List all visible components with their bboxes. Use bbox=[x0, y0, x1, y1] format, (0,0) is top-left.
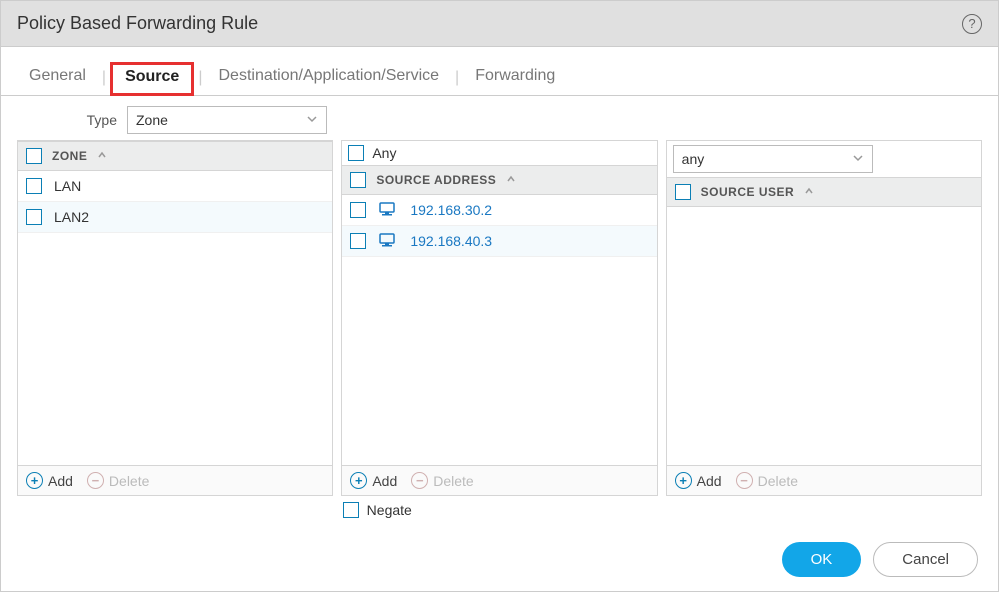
address-value: 192.168.30.2 bbox=[410, 202, 492, 218]
help-icon[interactable]: ? bbox=[962, 14, 982, 34]
table-row[interactable]: LAN2 bbox=[18, 202, 332, 233]
dialog-footer: OK Cancel bbox=[1, 528, 998, 591]
negate-checkbox[interactable] bbox=[343, 502, 359, 518]
sort-asc-icon bbox=[97, 150, 107, 163]
source-user-top: any bbox=[667, 141, 981, 177]
source-user-add-button[interactable]: + Add bbox=[675, 472, 722, 489]
pbf-rule-dialog: Policy Based Forwarding Rule ? General |… bbox=[0, 0, 999, 592]
address-value: 192.168.40.3 bbox=[410, 233, 492, 249]
source-user-header-label: SOURCE USER bbox=[701, 185, 795, 199]
minus-icon: − bbox=[87, 472, 104, 489]
table-row[interactable]: LAN bbox=[18, 171, 332, 202]
columns: ZONE LAN LAN2 bbox=[17, 140, 982, 496]
minus-icon: − bbox=[411, 472, 428, 489]
any-label: Any bbox=[372, 145, 396, 161]
zone-add-button[interactable]: + Add bbox=[26, 472, 73, 489]
row-checkbox[interactable] bbox=[350, 233, 366, 249]
source-user-select-value: any bbox=[682, 151, 705, 167]
tab-general[interactable]: General bbox=[17, 61, 98, 95]
add-label: Add bbox=[372, 473, 397, 489]
tab-forwarding[interactable]: Forwarding bbox=[463, 61, 567, 95]
tab-bar: General | Source | Destination/Applicati… bbox=[1, 47, 998, 96]
delete-label: Delete bbox=[109, 473, 149, 489]
source-address-top: Any bbox=[342, 141, 656, 165]
tab-separator: | bbox=[451, 69, 463, 87]
delete-label: Delete bbox=[758, 473, 798, 489]
source-address-footer: + Add − Delete bbox=[342, 465, 656, 495]
zone-header-label: ZONE bbox=[52, 149, 87, 163]
tab-separator: | bbox=[98, 69, 110, 87]
source-user-select[interactable]: any bbox=[673, 145, 873, 173]
zone-name: LAN bbox=[54, 178, 81, 194]
type-row: Type Zone bbox=[17, 106, 982, 134]
delete-label: Delete bbox=[433, 473, 473, 489]
source-user-column: any SOURCE USER + bbox=[666, 140, 982, 496]
plus-icon: + bbox=[675, 472, 692, 489]
source-address-delete-button[interactable]: − Delete bbox=[411, 472, 473, 489]
type-select-value: Zone bbox=[136, 112, 168, 128]
zone-select-all-checkbox[interactable] bbox=[26, 148, 42, 164]
dialog-header: Policy Based Forwarding Rule ? bbox=[1, 1, 998, 47]
minus-icon: − bbox=[736, 472, 753, 489]
ok-button[interactable]: OK bbox=[782, 542, 862, 577]
source-user-delete-button[interactable]: − Delete bbox=[736, 472, 798, 489]
zone-name: LAN2 bbox=[54, 209, 89, 225]
type-label: Type bbox=[17, 112, 117, 128]
zone-delete-button[interactable]: − Delete bbox=[87, 472, 149, 489]
dialog-body: Type Zone ZONE bbox=[1, 96, 998, 528]
zone-column: ZONE LAN LAN2 bbox=[17, 140, 333, 496]
row-checkbox[interactable] bbox=[350, 202, 366, 218]
source-user-footer: + Add − Delete bbox=[667, 465, 981, 495]
tab-separator: | bbox=[194, 69, 206, 87]
negate-label: Negate bbox=[367, 502, 412, 518]
chevron-down-icon bbox=[852, 151, 864, 167]
zone-header[interactable]: ZONE bbox=[18, 141, 332, 171]
source-address-header[interactable]: SOURCE ADDRESS bbox=[342, 165, 656, 195]
add-label: Add bbox=[48, 473, 73, 489]
sort-asc-icon bbox=[506, 174, 516, 187]
source-address-body: 192.168.30.2 192.168.40.3 bbox=[342, 195, 656, 465]
source-address-header-label: SOURCE ADDRESS bbox=[376, 173, 496, 187]
table-row[interactable]: 192.168.30.2 bbox=[342, 195, 656, 226]
source-address-add-button[interactable]: + Add bbox=[350, 472, 397, 489]
dialog-title: Policy Based Forwarding Rule bbox=[17, 13, 258, 34]
tab-destination[interactable]: Destination/Application/Service bbox=[206, 61, 451, 95]
row-checkbox[interactable] bbox=[26, 178, 42, 194]
source-user-header[interactable]: SOURCE USER bbox=[667, 177, 981, 207]
plus-icon: + bbox=[350, 472, 367, 489]
negate-row: Negate bbox=[339, 496, 661, 518]
add-label: Add bbox=[697, 473, 722, 489]
chevron-down-icon bbox=[306, 112, 318, 128]
source-user-select-all-checkbox[interactable] bbox=[675, 184, 691, 200]
table-row[interactable]: 192.168.40.3 bbox=[342, 226, 656, 257]
sort-asc-icon bbox=[804, 186, 814, 199]
host-icon bbox=[378, 202, 398, 218]
type-select[interactable]: Zone bbox=[127, 106, 327, 134]
row-checkbox[interactable] bbox=[26, 209, 42, 225]
plus-icon: + bbox=[26, 472, 43, 489]
source-address-column: Any SOURCE ADDRESS 192.168.30.2 bbox=[341, 140, 657, 496]
source-address-select-all-checkbox[interactable] bbox=[350, 172, 366, 188]
zone-body: LAN LAN2 bbox=[18, 171, 332, 465]
host-icon bbox=[378, 233, 398, 249]
zone-footer: + Add − Delete bbox=[18, 465, 332, 495]
source-user-body bbox=[667, 207, 981, 465]
tab-source[interactable]: Source bbox=[110, 62, 194, 96]
cancel-button[interactable]: Cancel bbox=[873, 542, 978, 577]
any-checkbox[interactable] bbox=[348, 145, 364, 161]
